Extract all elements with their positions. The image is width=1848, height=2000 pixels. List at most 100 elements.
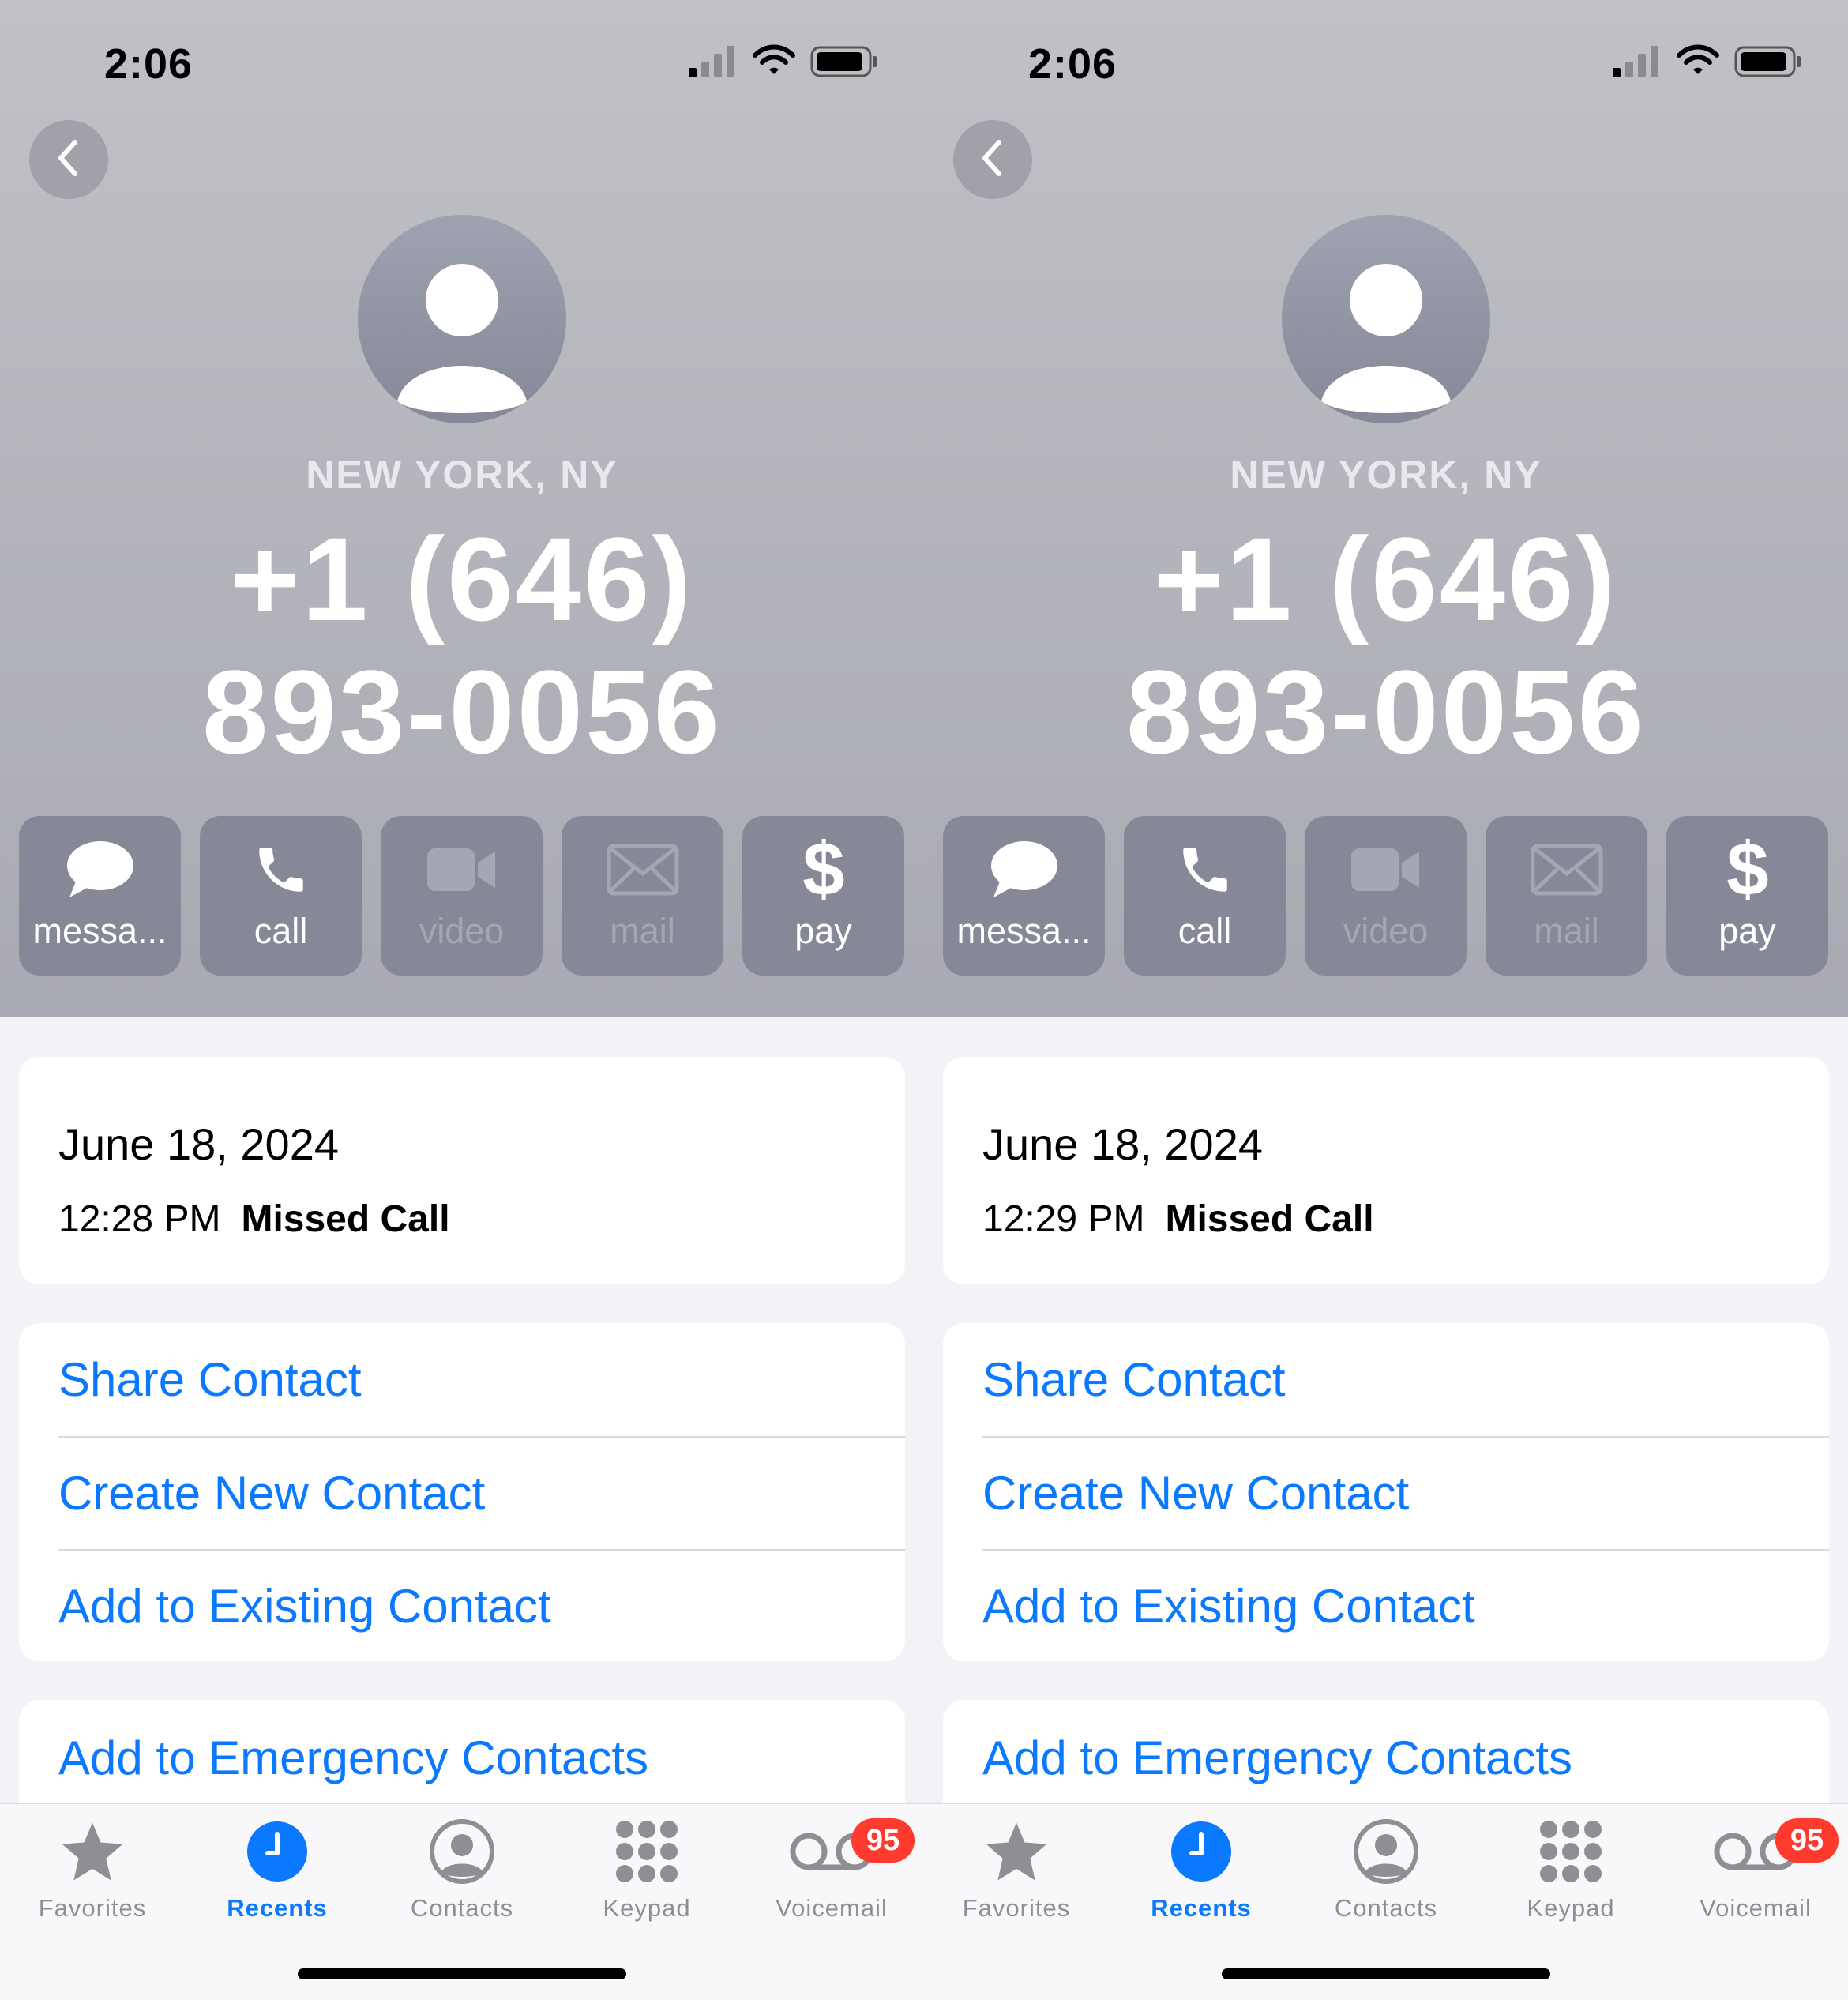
message-icon [65, 838, 136, 901]
messa-action-button[interactable]: messa... [943, 816, 1105, 976]
status-icons [1613, 44, 1802, 79]
tab-contacts[interactable]: Contacts [1294, 1817, 1478, 1943]
status-time: 2:06 [1028, 40, 1117, 88]
chevron-left-icon [53, 136, 85, 184]
call-action-button[interactable]: call [1124, 816, 1286, 976]
call-time: 12:29 PM [982, 1198, 1145, 1240]
phone-number-line-1: +1 (646) [1154, 513, 1618, 645]
tab-bar: Favorites Recents Contacts Keypad Voicemail 9… [924, 1803, 1848, 2000]
tab-contacts[interactable]: Contacts [370, 1817, 554, 1943]
contact-actions-card: Share Contact Create New Contact Add to Ex… [943, 1323, 1829, 1661]
call-history-card: June 18, 2024 12:28 PM Missed Call [19, 1057, 905, 1284]
tab-label: Recents [227, 1894, 328, 1922]
create-new-contact-link[interactable]: Create New Contact [58, 1436, 905, 1549]
call-type: Missed Call [1165, 1198, 1374, 1240]
action-label: mail [610, 911, 675, 951]
tab-label: Contacts [410, 1894, 514, 1922]
action-buttons: messa... call video mail $ pay [943, 816, 1829, 976]
back-button[interactable] [29, 120, 108, 199]
call-date: June 18, 2024 [58, 1119, 339, 1169]
status-icons [689, 44, 878, 79]
screenshot-root: 2:06 NEW YORK, NY +1 (646) 893-0056 messa...… [0, 0, 1848, 2000]
call-history-card: June 18, 2024 12:29 PM Missed Call [943, 1057, 1829, 1284]
phone-screen: 2:06 NEW YORK, NY +1 (646) 893-0056 messa...… [924, 0, 1848, 2000]
person-circle-icon [370, 1817, 554, 1886]
call-action-button[interactable]: call [200, 816, 362, 976]
contact-header: 2:06 NEW YORK, NY +1 (646) 893-0056 messa...… [0, 0, 924, 1017]
tab-keypad[interactable]: Keypad [1478, 1817, 1663, 1943]
call-time: 12:28 PM [58, 1198, 221, 1240]
tab-label: Voicemail [1700, 1894, 1812, 1922]
tab-voicemail[interactable]: Voicemail 95 [739, 1817, 924, 1943]
caller-location: NEW YORK, NY [1230, 453, 1542, 497]
add-to-emergency-contacts-link[interactable]: Add to Emergency Contacts [982, 1700, 1829, 1815]
back-button[interactable] [953, 120, 1032, 199]
svg-text:$: $ [1726, 832, 1768, 908]
video-action-button[interactable]: video [381, 816, 543, 976]
star-icon [0, 1817, 185, 1886]
phone-icon [1176, 838, 1234, 901]
avatar [358, 215, 566, 423]
tab-bar: Favorites Recents Contacts Keypad Voicemail 9… [0, 1803, 924, 2000]
action-label: pay [794, 911, 852, 951]
keypad-icon [1478, 1817, 1663, 1886]
call-type: Missed Call [241, 1198, 450, 1240]
add-to-existing-contact-link[interactable]: Add to Existing Contact [982, 1549, 1829, 1662]
phone-number-line-1: +1 (646) [230, 513, 694, 645]
action-buttons: messa... call video mail $ pay [19, 816, 905, 976]
tab-label: Keypad [1527, 1894, 1615, 1922]
dollar-icon: $ [800, 832, 847, 908]
tab-label: Keypad [603, 1894, 691, 1922]
phone-icon [252, 838, 310, 901]
add-to-existing-contact-link[interactable]: Add to Existing Contact [58, 1549, 905, 1662]
voicemail-badge: 95 [1775, 1818, 1839, 1863]
tab-favorites[interactable]: Favorites [924, 1817, 1109, 1943]
message-icon [989, 838, 1060, 901]
avatar [1282, 215, 1490, 423]
tab-label: Recents [1151, 1894, 1252, 1922]
caller-location: NEW YORK, NY [306, 453, 618, 497]
contact-actions-card: Share Contact Create New Contact Add to Ex… [19, 1323, 905, 1661]
voicemail-badge: 95 [851, 1818, 915, 1863]
action-label: call [254, 911, 308, 951]
video-icon [1350, 838, 1422, 901]
clock-icon [1109, 1817, 1294, 1886]
mail-action-button[interactable]: mail [1486, 816, 1647, 976]
share-contact-link[interactable]: Share Contact [982, 1323, 1829, 1436]
mail-action-button[interactable]: mail [562, 816, 723, 976]
action-label: video [1343, 911, 1429, 951]
action-label: pay [1718, 911, 1776, 951]
pay-action-button[interactable]: $ pay [742, 816, 904, 976]
avatar-icon [1282, 264, 1490, 423]
action-label: call [1178, 911, 1232, 951]
video-action-button[interactable]: video [1305, 816, 1467, 976]
svg-text:$: $ [802, 832, 844, 908]
tab-label: Favorites [38, 1894, 147, 1922]
create-new-contact-link[interactable]: Create New Contact [982, 1436, 1829, 1549]
share-contact-link[interactable]: Share Contact [58, 1323, 905, 1436]
home-indicator [1222, 1968, 1550, 1979]
action-label: mail [1534, 911, 1599, 951]
phone-number-line-2: 893-0056 [202, 645, 722, 778]
call-entry: 12:29 PM Missed Call [982, 1197, 1374, 1241]
messa-action-button[interactable]: messa... [19, 816, 181, 976]
tab-recents[interactable]: Recents [1109, 1817, 1294, 1943]
add-to-emergency-contacts-link[interactable]: Add to Emergency Contacts [58, 1700, 905, 1815]
phone-screen: 2:06 NEW YORK, NY +1 (646) 893-0056 messa...… [0, 0, 924, 2000]
tab-voicemail[interactable]: Voicemail 95 [1663, 1817, 1848, 1943]
avatar-icon [358, 264, 566, 423]
tab-keypad[interactable]: Keypad [554, 1817, 739, 1943]
person-circle-icon [1294, 1817, 1478, 1886]
tab-label: Favorites [962, 1894, 1071, 1922]
tab-label: Voicemail [776, 1894, 888, 1922]
tab-label: Contacts [1334, 1894, 1438, 1922]
pay-action-button[interactable]: $ pay [1666, 816, 1828, 976]
call-date: June 18, 2024 [982, 1119, 1263, 1169]
mail-icon [607, 838, 679, 901]
video-icon [426, 838, 498, 901]
keypad-icon [554, 1817, 739, 1886]
tab-favorites[interactable]: Favorites [0, 1817, 185, 1943]
contact-header: 2:06 NEW YORK, NY +1 (646) 893-0056 messa...… [924, 0, 1848, 1017]
tab-recents[interactable]: Recents [185, 1817, 370, 1943]
star-icon [924, 1817, 1109, 1886]
